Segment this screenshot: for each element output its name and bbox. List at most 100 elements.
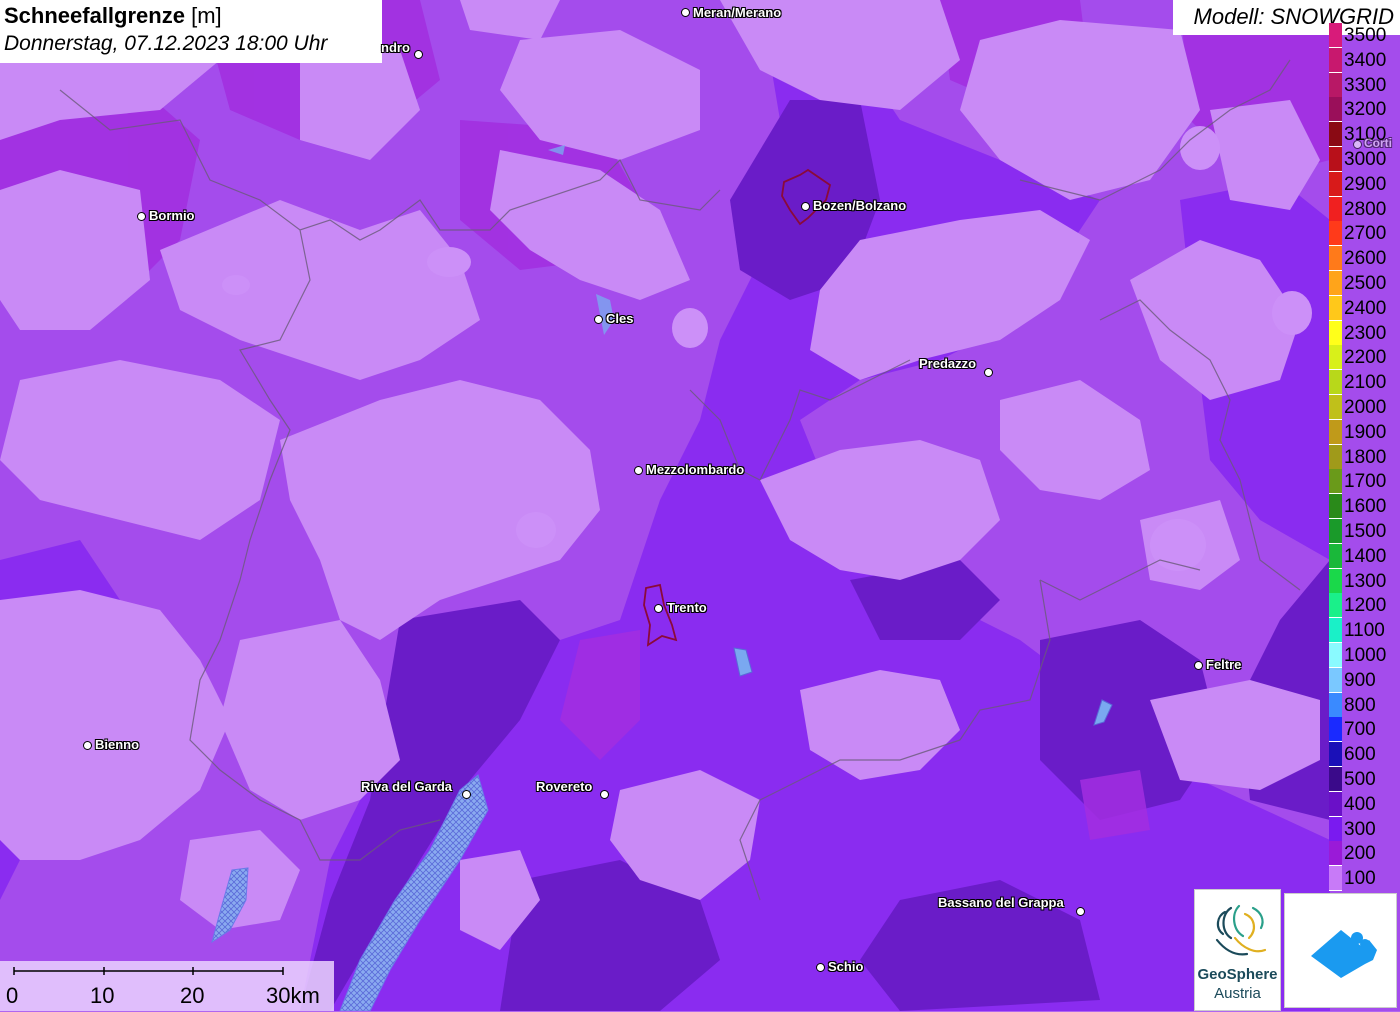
legend-row: 3300: [1329, 72, 1400, 98]
legend-value: 3400: [1344, 49, 1387, 71]
legend-swatch: [1329, 643, 1342, 668]
city-marker-icon: [83, 741, 92, 750]
title-unit: [m]: [191, 3, 222, 28]
legend-value: 1100: [1344, 620, 1385, 642]
legend-row: 2900: [1329, 171, 1400, 197]
legend-value: 1800: [1344, 446, 1387, 468]
legend-row: 600: [1329, 742, 1400, 768]
city-label[interactable]: Corti: [1364, 136, 1392, 150]
city-marker-icon: [984, 368, 993, 377]
legend-swatch: [1329, 295, 1342, 321]
legend-value: 3200: [1344, 99, 1387, 121]
legend-swatch: [1329, 618, 1342, 644]
geosphere-emblem-icon: [1215, 904, 1267, 956]
weather-app-logo[interactable]: [1284, 893, 1397, 1008]
legend-swatch: [1329, 97, 1342, 123]
title-name: Schneefallgrenze: [4, 3, 185, 28]
legend-value: 2800: [1344, 198, 1387, 220]
legend-row: 900: [1329, 667, 1400, 693]
legend-value: 1200: [1344, 595, 1387, 617]
legend-swatch: [1329, 320, 1342, 346]
snowline-map[interactable]: [0, 0, 1400, 1011]
map-datetime: Donnerstag, 07.12.2023 18:00 Uhr: [4, 32, 328, 55]
legend-swatch: [1329, 866, 1342, 892]
legend-row: 1900: [1329, 419, 1400, 445]
city-label[interactable]: Riva del Garda: [361, 779, 452, 794]
legend-row: 2300: [1329, 320, 1400, 346]
legend-row: 2500: [1329, 271, 1400, 296]
city-label[interactable]: Meran/Merano: [693, 5, 781, 20]
city-label[interactable]: Rovereto: [536, 779, 592, 794]
legend-swatch: [1329, 72, 1342, 98]
legend-value: 1900: [1344, 421, 1387, 443]
legend-row: 2400: [1329, 295, 1400, 321]
legend-row: 3000: [1329, 147, 1400, 172]
legend-row: 500: [1329, 767, 1400, 792]
legend-row: 400: [1329, 791, 1400, 817]
cloud-arrow-icon: [1311, 930, 1377, 978]
legend-swatch: [1329, 246, 1342, 272]
city-marker-icon: [1353, 140, 1362, 149]
city-label[interactable]: Bozen/Bolzano: [813, 198, 906, 213]
legend-row: 3200: [1329, 97, 1400, 123]
city-label[interactable]: ndro: [381, 40, 410, 55]
scale-bar: 0 10 20 30km: [0, 961, 334, 1011]
legend-row: 2800: [1329, 196, 1400, 222]
legend-value: 1400: [1344, 545, 1387, 567]
scale-label-30: 30km: [266, 983, 320, 1008]
city-label[interactable]: Bassano del Grappa: [938, 895, 1064, 910]
city-label[interactable]: Schio: [828, 959, 863, 974]
legend-value: 2700: [1344, 223, 1387, 245]
legend-value: 1000: [1344, 645, 1387, 666]
legend-swatch: [1329, 345, 1342, 371]
city-label[interactable]: Cles: [606, 311, 633, 326]
legend-row: 200: [1329, 841, 1400, 867]
city-marker-icon: [1076, 907, 1085, 916]
legend-swatch: [1329, 196, 1342, 222]
city-label[interactable]: Predazzo: [919, 356, 976, 371]
legend-value: 2000: [1344, 397, 1387, 418]
legend-swatch: [1329, 519, 1342, 544]
city-label[interactable]: Mezzolombardo: [646, 462, 744, 477]
scale-label-10: 10: [90, 983, 115, 1008]
legend-swatch: [1329, 444, 1342, 470]
legend-row: 1500: [1329, 519, 1400, 544]
legend-value: 300: [1344, 818, 1376, 840]
city-marker-icon: [654, 604, 663, 613]
legend-row: 1300: [1329, 568, 1400, 594]
legend-swatch: [1329, 370, 1342, 396]
legend-value: 2300: [1344, 322, 1387, 344]
legend-value: 700: [1344, 719, 1376, 741]
city-label[interactable]: Bienno: [95, 737, 139, 752]
legend-swatch: [1329, 667, 1342, 693]
legend-value: 800: [1344, 694, 1376, 716]
legend-value: 1700: [1344, 471, 1387, 493]
legend-value: 1600: [1344, 496, 1387, 518]
legend-value: 3300: [1344, 74, 1387, 96]
city-marker-icon: [634, 466, 643, 475]
city-label[interactable]: Trento: [667, 600, 707, 615]
legend-swatch: [1329, 469, 1342, 495]
city-label[interactable]: Feltre: [1206, 657, 1241, 672]
legend-swatch: [1329, 791, 1342, 817]
geosphere-logo[interactable]: GeoSphere Austria: [1194, 889, 1281, 1011]
legend-value: 900: [1344, 669, 1376, 691]
color-legend: 3500 3400 3300 3200 3100 3000 2900 2800 2700 2600…: [1329, 23, 1400, 892]
city-label[interactable]: Bormio: [149, 208, 195, 223]
scale-label-20: 20: [180, 983, 205, 1008]
legend-row: 3400: [1329, 47, 1400, 73]
city-marker-icon: [594, 315, 603, 324]
city-marker-icon: [462, 790, 471, 799]
legend-row: 700: [1329, 717, 1400, 743]
legend-row: 1100: [1329, 618, 1400, 644]
title-box: Schneefallgrenze [m] Donnerstag, 07.12.2…: [0, 0, 382, 63]
legend-value: 500: [1344, 769, 1376, 790]
legend-row: 2100: [1329, 370, 1400, 396]
city-marker-icon: [600, 790, 609, 799]
legend-row: 300: [1329, 816, 1400, 842]
legend-row: 800: [1329, 692, 1400, 718]
legend-value: 1500: [1344, 521, 1387, 542]
legend-row: 3500: [1329, 23, 1400, 48]
scale-label-0: 0: [6, 983, 19, 1008]
legend-value: 1300: [1344, 570, 1387, 592]
